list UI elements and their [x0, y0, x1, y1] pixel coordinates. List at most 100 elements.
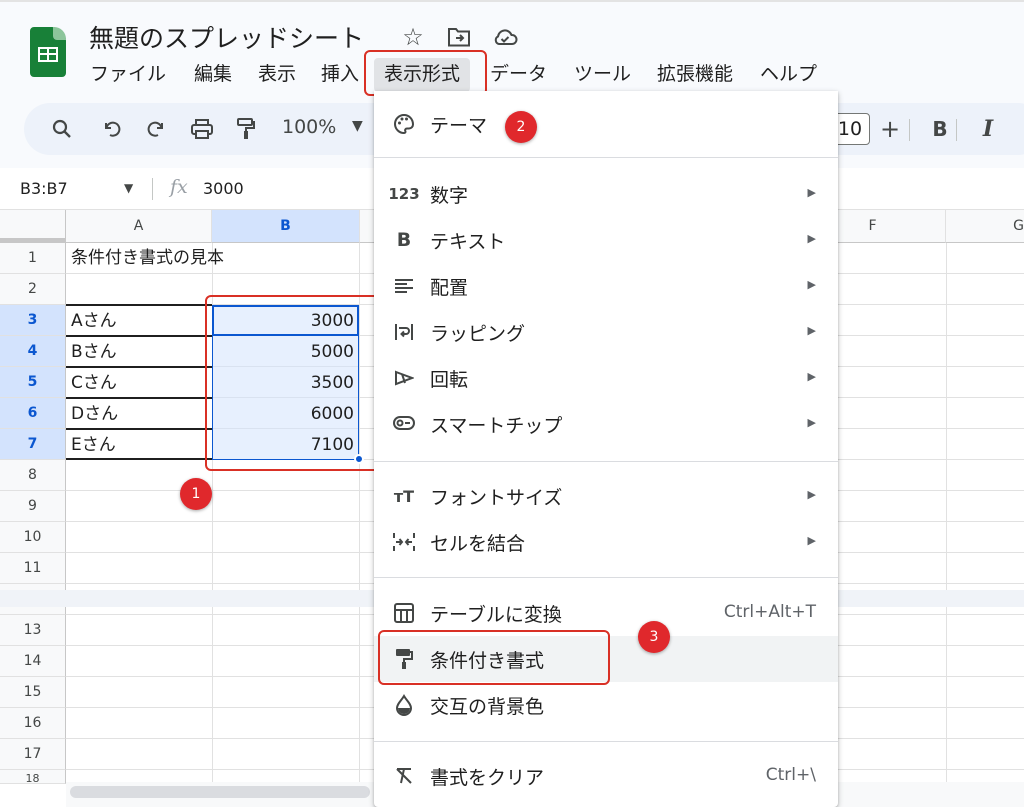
redo-icon[interactable]	[140, 112, 172, 146]
annotation-box-step3	[378, 630, 610, 685]
column-header-a[interactable]: A	[66, 210, 212, 243]
italic-button[interactable]: I	[972, 112, 1004, 146]
column-header-b[interactable]: B	[212, 210, 360, 243]
menu-item-label: テーブルに変換	[430, 604, 562, 626]
palette-icon	[390, 110, 418, 138]
menu-item-wrap[interactable]: ラッピング ▶	[374, 309, 838, 355]
row-header[interactable]: 7	[0, 429, 66, 460]
align-left-icon	[390, 272, 418, 300]
submenu-arrow-icon: ▶	[807, 186, 816, 199]
font-size-icon: тT	[393, 486, 415, 506]
search-icon[interactable]	[46, 112, 78, 146]
menu-item-label: 回転	[430, 369, 469, 391]
cloud-saved-icon[interactable]	[492, 24, 518, 50]
annotation-box-step1	[205, 295, 381, 471]
submenu-arrow-icon: ▶	[807, 534, 816, 547]
zoom-select[interactable]: 100%	[282, 116, 336, 138]
row-header[interactable]: 16	[0, 708, 66, 739]
cell-a4[interactable]: Bさん	[66, 337, 212, 368]
menu-item-merge-cells[interactable]: セルを結合 ▶	[374, 519, 838, 565]
menu-item-label: 書式をクリア	[430, 767, 545, 789]
bold-button[interactable]: B	[924, 112, 956, 146]
menu-insert[interactable]: 挿入	[311, 58, 369, 92]
paint-format-icon[interactable]	[230, 112, 262, 146]
undo-icon[interactable]	[96, 112, 128, 146]
print-icon[interactable]	[186, 112, 218, 146]
function-icon: fx	[170, 176, 188, 198]
menu-item-text[interactable]: B テキスト ▶	[374, 217, 838, 263]
submenu-arrow-icon: ▶	[807, 278, 816, 291]
menu-item-label: ラッピング	[430, 323, 526, 345]
smart-chip-icon	[390, 410, 418, 438]
toolbar-divider	[956, 119, 957, 141]
row-header[interactable]: 11	[0, 553, 66, 584]
menu-edit[interactable]: 編集	[184, 58, 242, 92]
column-header-g[interactable]: G	[946, 210, 1024, 243]
format-dropdown-menu: テーマ 123 数字 ▶ B テキスト ▶ 配置 ▶ ラッピング ▶ 回転 ▶	[374, 91, 838, 807]
row-header[interactable]: 1	[0, 243, 66, 274]
row-header[interactable]: 14	[0, 646, 66, 677]
row-header[interactable]: 3	[0, 305, 66, 336]
menu-item-clear-formatting[interactable]: 書式をクリア Ctrl+\	[374, 753, 838, 799]
text-wrap-icon	[390, 318, 418, 346]
sheets-logo-icon[interactable]	[30, 27, 66, 77]
menu-help[interactable]: ヘルプ	[750, 58, 827, 92]
menu-item-label: 配置	[430, 277, 469, 299]
formula-input[interactable]: 3000	[203, 179, 244, 198]
number-123-icon: 123	[388, 185, 420, 203]
fill-drop-icon	[390, 691, 418, 719]
cell-a6[interactable]: Dさん	[66, 399, 212, 430]
select-all-corner[interactable]	[0, 210, 66, 243]
document-title[interactable]: 無題のスプレッドシート	[89, 19, 364, 55]
toolbar-divider	[909, 119, 910, 141]
row-header[interactable]: 8	[0, 460, 66, 491]
menu-item-label: 数字	[430, 185, 469, 207]
menu-item-alternating-colors[interactable]: 交互の背景色	[374, 682, 838, 728]
menu-item-align[interactable]: 配置 ▶	[374, 263, 838, 309]
menu-item-smart-chips[interactable]: スマートチップ ▶	[374, 401, 838, 447]
cell-a5[interactable]: Cさん	[66, 368, 212, 399]
row-header[interactable]: 18	[0, 770, 66, 785]
submenu-arrow-icon: ▶	[807, 488, 816, 501]
menu-view[interactable]: 表示	[248, 58, 306, 92]
row-header[interactable]: 9	[0, 491, 66, 522]
row-header[interactable]: 4	[0, 336, 66, 367]
submenu-arrow-icon: ▶	[807, 370, 816, 383]
submenu-arrow-icon: ▶	[807, 416, 816, 429]
submenu-arrow-icon: ▶	[807, 232, 816, 245]
menu-item-theme[interactable]: テーマ	[374, 101, 838, 147]
menu-tools[interactable]: ツール	[564, 58, 641, 92]
row-header[interactable]: 2	[0, 274, 66, 305]
clear-format-icon	[390, 762, 418, 790]
cell-a3[interactable]: Aさん	[66, 306, 212, 337]
menu-item-label: スマートチップ	[430, 415, 563, 437]
row-header[interactable]: 17	[0, 739, 66, 770]
row-header[interactable]: 13	[0, 615, 66, 646]
chevron-down-icon[interactable]: ▼	[124, 181, 133, 195]
star-icon[interactable]: ☆	[400, 23, 426, 51]
increase-font-size-button[interactable]: +	[874, 112, 906, 146]
cell-a1[interactable]: 条件付き書式の見本	[66, 243, 229, 274]
row-header[interactable]: 10	[0, 522, 66, 553]
row-header[interactable]: 6	[0, 398, 66, 429]
move-folder-icon[interactable]	[446, 24, 472, 50]
cell-a7[interactable]: Eさん	[66, 430, 212, 461]
chevron-down-icon[interactable]: ▼	[352, 118, 363, 134]
name-box[interactable]: B3:B7	[20, 179, 68, 198]
annotation-box-format-menu	[364, 50, 487, 96]
row-header[interactable]: 5	[0, 367, 66, 398]
row-header[interactable]: 15	[0, 677, 66, 708]
menu-item-font-size[interactable]: тT フォントサイズ ▶	[374, 473, 838, 519]
menu-item-number[interactable]: 123 数字 ▶	[374, 171, 838, 217]
menu-item-rotate[interactable]: 回転 ▶	[374, 355, 838, 401]
merge-cells-icon	[390, 528, 418, 556]
menu-file[interactable]: ファイル	[80, 58, 176, 92]
scrollbar-thumb[interactable]	[70, 786, 370, 798]
menu-data[interactable]: データ	[480, 58, 557, 92]
text-rotation-icon	[390, 364, 418, 392]
bold-text-icon: B	[396, 229, 412, 251]
menu-item-label: テキスト	[430, 231, 506, 253]
menu-extensions[interactable]: 拡張機能	[647, 58, 743, 92]
submenu-arrow-icon: ▶	[807, 324, 816, 337]
menu-item-shortcut: Ctrl+\	[765, 765, 816, 785]
